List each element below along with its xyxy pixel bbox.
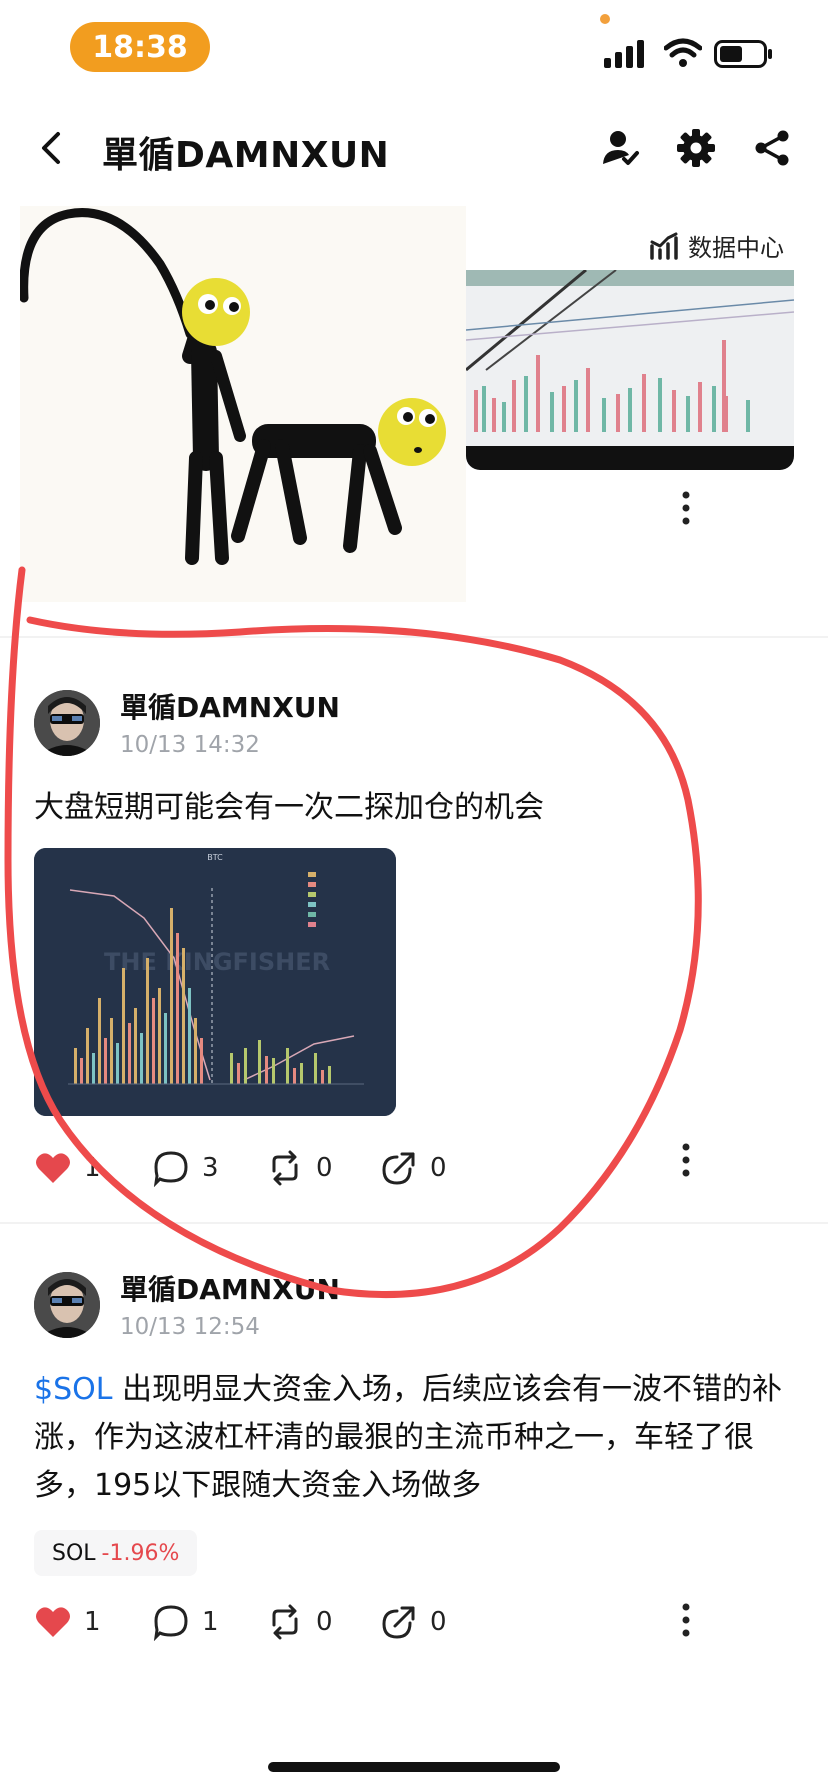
comment-icon <box>153 1605 188 1641</box>
avatar[interactable] <box>34 690 100 756</box>
heart-icon <box>36 1153 70 1183</box>
post-divider <box>0 1222 828 1224</box>
share-count: 0 <box>430 1607 447 1637</box>
post-text: 大盘短期可能会有一次二探加仓的机会 <box>34 790 544 825</box>
more-options-icon[interactable] <box>680 490 692 526</box>
status-time: 18:38 <box>70 22 210 72</box>
share-count: 0 <box>430 1153 447 1183</box>
share-post-button[interactable]: 0 <box>380 1600 447 1644</box>
share-arrow-icon <box>382 1152 415 1185</box>
user-follow-icon[interactable] <box>600 128 640 168</box>
comment-count: 3 <box>202 1153 219 1183</box>
heart-icon <box>36 1607 70 1637</box>
wifi-icon <box>664 38 702 67</box>
chart-image-watermark: THE KINGFISHER <box>104 948 330 976</box>
meme-image[interactable] <box>20 206 466 602</box>
nav-header: 單循DAMNXUN <box>0 110 828 190</box>
ticker-link[interactable]: $SOL <box>34 1372 112 1407</box>
author-name[interactable]: 單循DAMNXUN <box>120 1268 340 1308</box>
share-post-button[interactable]: 0 <box>380 1146 447 1190</box>
share-arrow-icon <box>382 1606 415 1639</box>
page-title: 單循DAMNXUN <box>102 135 390 176</box>
comment-button[interactable]: 1 <box>152 1600 219 1644</box>
like-count: 1 <box>84 1607 101 1637</box>
more-options-icon[interactable] <box>680 1602 692 1638</box>
data-center-link[interactable]: 数据中心 <box>650 228 784 263</box>
privacy-indicator-dot <box>600 14 610 24</box>
post-text: $SOL 出现明显大资金入场，后续应该会有一波不错的补涨，作为这波杠杆清的最狠的… <box>34 1366 794 1510</box>
battery-icon <box>714 40 772 68</box>
post-time: 10/13 14:32 <box>120 732 260 758</box>
like-button[interactable]: 1 <box>34 1600 101 1644</box>
repost-icon <box>272 1150 298 1186</box>
share-icon[interactable] <box>752 128 792 168</box>
post-chart-image[interactable]: BTC THE KINGFISHER <box>34 848 396 1116</box>
avatar[interactable] <box>34 1272 100 1338</box>
repost-button[interactable]: 0 <box>266 1146 333 1190</box>
author-name[interactable]: 單循DAMNXUN <box>120 686 340 726</box>
chart-image-title: BTC <box>207 853 223 862</box>
home-indicator[interactable] <box>268 1762 560 1772</box>
comment-icon <box>153 1151 188 1187</box>
like-button[interactable]: 1 <box>34 1146 101 1190</box>
more-options-icon[interactable] <box>680 1142 692 1178</box>
chip-symbol: SOL <box>52 1540 96 1566</box>
post-divider <box>0 636 828 638</box>
like-count: 1 <box>84 1153 101 1183</box>
status-bar: 18:38 <box>0 0 828 96</box>
gear-icon[interactable] <box>676 128 716 168</box>
repost-count: 0 <box>316 1607 333 1637</box>
repost-button[interactable]: 0 <box>266 1600 333 1644</box>
data-center-label: 数据中心 <box>688 234 784 262</box>
post-time: 10/13 12:54 <box>120 1314 260 1340</box>
repost-count: 0 <box>316 1153 333 1183</box>
back-arrow-icon[interactable] <box>36 128 68 168</box>
chip-change: -1.96% <box>101 1540 180 1566</box>
comment-count: 1 <box>202 1607 219 1637</box>
signal-icon <box>604 40 644 68</box>
ticker-chip[interactable]: SOL -1.96% <box>34 1530 198 1576</box>
post-text-body: 出现明显大资金入场，后续应该会有一波不错的补涨，作为这波杠杆清的最狠的主流币种之… <box>34 1372 783 1503</box>
previous-post-chart-image[interactable] <box>466 270 794 470</box>
repost-icon <box>272 1604 298 1640</box>
chart-trend-icon <box>650 232 678 260</box>
comment-button[interactable]: 3 <box>152 1146 219 1190</box>
